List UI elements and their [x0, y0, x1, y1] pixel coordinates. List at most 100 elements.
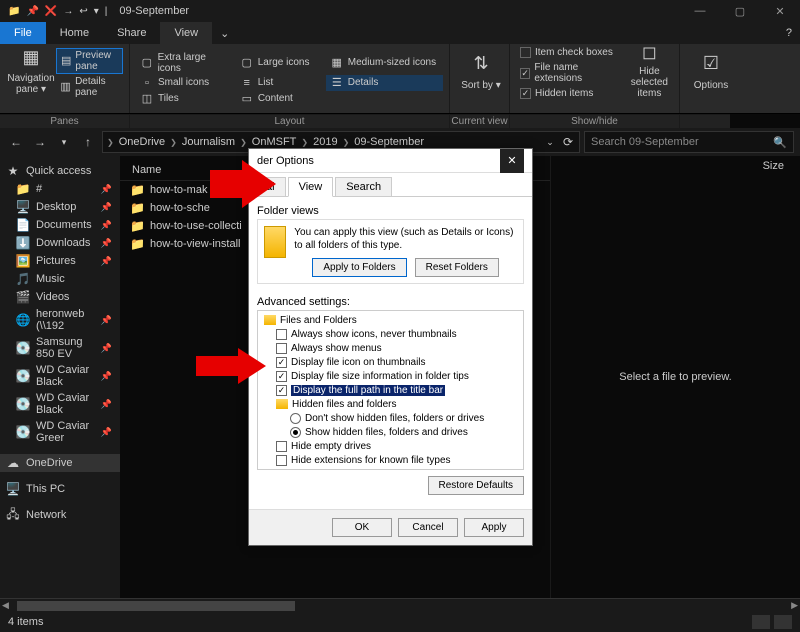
- layout-list[interactable]: ≡List: [236, 75, 324, 91]
- quick-access[interactable]: ★Quick access: [0, 162, 120, 180]
- dialog-close-button[interactable]: ✕: [500, 149, 524, 173]
- sort-by-button[interactable]: ⇅ Sort by ▾: [456, 46, 506, 96]
- adv-hide-merge-conflicts[interactable]: Hide folder merge conflicts: [260, 467, 521, 470]
- ok-button[interactable]: OK: [332, 518, 392, 537]
- crumb-sept[interactable]: 09-September: [351, 136, 427, 148]
- nav-item[interactable]: 🖼️Pictures📌: [0, 252, 120, 270]
- view-details-icon[interactable]: [752, 615, 770, 629]
- layout-content[interactable]: ▭Content: [236, 91, 324, 107]
- chevron-right-icon[interactable]: ❯: [343, 138, 350, 147]
- up-button[interactable]: ↑: [78, 132, 98, 152]
- chevron-right-icon[interactable]: ❯: [240, 138, 247, 147]
- nav-item[interactable]: 🎵Music: [0, 270, 120, 288]
- nav-item[interactable]: 📁#📌: [0, 180, 120, 198]
- checkbox-icon[interactable]: [276, 385, 287, 396]
- adv-dont-show-hidden[interactable]: Don't show hidden files, folders or driv…: [260, 411, 521, 425]
- onedrive-item[interactable]: ☁OneDrive: [0, 454, 120, 472]
- minimize-button[interactable]: —: [680, 0, 720, 22]
- restore-defaults-button[interactable]: Restore Defaults: [428, 476, 524, 495]
- path-dropdown-icon[interactable]: ⌄: [543, 132, 557, 152]
- options-button[interactable]: ☑ Options: [686, 46, 736, 96]
- refresh-button[interactable]: ⟳: [561, 132, 575, 152]
- hide-selected-button[interactable]: ◻ Hide selected items: [626, 46, 673, 96]
- adv-full-path-titlebar[interactable]: Display the full path in the title bar: [260, 383, 521, 397]
- layout-medium[interactable]: ▦Medium-sized icons: [326, 51, 443, 75]
- adv-hide-empty-drives[interactable]: Hide empty drives: [260, 439, 521, 453]
- layout-tiles[interactable]: ◫Tiles: [136, 91, 234, 107]
- crumb-journalism[interactable]: Journalism: [179, 136, 238, 148]
- help-icon[interactable]: ?: [778, 22, 800, 44]
- tab-file[interactable]: File: [0, 22, 46, 44]
- nav-item[interactable]: 💽WD Caviar Greer📌: [0, 418, 120, 446]
- checkbox-icon[interactable]: [276, 357, 287, 368]
- chevron-right-icon[interactable]: ❯: [170, 138, 177, 147]
- navigation-pane-button[interactable]: ▦ Navigation pane ▾: [6, 46, 56, 96]
- qat-folder-icon[interactable]: 📁: [8, 6, 20, 17]
- checkbox-icon[interactable]: [276, 469, 287, 471]
- details-pane-button[interactable]: ▥Details pane: [56, 75, 123, 99]
- adv-hide-extensions[interactable]: Hide extensions for known file types: [260, 453, 521, 467]
- layout-extralarge[interactable]: ▢Extra large icons: [136, 51, 234, 75]
- adv-hidden-folder[interactable]: Hidden files and folders: [260, 397, 521, 411]
- hidden-items-toggle[interactable]: Hidden items: [516, 87, 626, 100]
- crumb-2019[interactable]: 2019: [310, 136, 340, 148]
- scroll-thumb[interactable]: [17, 601, 296, 611]
- adv-root[interactable]: Files and Folders: [260, 313, 521, 327]
- checkbox-icon[interactable]: [276, 343, 287, 354]
- search-input[interactable]: Search 09-September 🔍: [584, 131, 794, 153]
- tab-view-dlg[interactable]: View: [288, 177, 334, 197]
- checkbox-icon[interactable]: [276, 441, 287, 452]
- crumb-onmsft[interactable]: OnMSFT: [249, 136, 300, 148]
- nav-item[interactable]: 💽Samsung 850 EV📌: [0, 334, 120, 362]
- search-icon[interactable]: 🔍: [773, 136, 787, 149]
- adv-always-menus[interactable]: Always show menus: [260, 341, 521, 355]
- nav-item[interactable]: 🎬Videos: [0, 288, 120, 306]
- col-size[interactable]: Size: [757, 156, 790, 176]
- checkbox-icon[interactable]: [276, 371, 287, 382]
- radio-icon[interactable]: [290, 413, 301, 424]
- crumb-onedrive[interactable]: OneDrive: [116, 136, 168, 148]
- qat-delete-icon[interactable]: ❌: [45, 6, 57, 17]
- qat-undo-icon[interactable]: ↩: [79, 6, 87, 17]
- adv-show-hidden[interactable]: Show hidden files, folders and drives: [260, 425, 521, 439]
- nav-item[interactable]: 💽WD Caviar Black📌: [0, 390, 120, 418]
- maximize-button[interactable]: ▢: [720, 0, 760, 22]
- preview-pane-button[interactable]: ▤Preview pane: [56, 48, 123, 74]
- recent-locations-button[interactable]: ▾: [54, 132, 74, 152]
- back-button[interactable]: ←: [6, 132, 26, 152]
- nav-item[interactable]: 🌐heronweb (\\192📌: [0, 306, 120, 334]
- forward-button[interactable]: →: [30, 132, 50, 152]
- qat-rename-icon[interactable]: →: [63, 6, 73, 17]
- item-checkboxes-toggle[interactable]: Item check boxes: [516, 46, 626, 59]
- h-scrollbar[interactable]: ◀ ▶: [0, 598, 800, 612]
- layout-details[interactable]: ☰Details: [326, 75, 443, 91]
- tab-share[interactable]: Share: [103, 22, 160, 44]
- dialog-titlebar[interactable]: der Options ✕: [249, 149, 532, 173]
- adv-always-icons[interactable]: Always show icons, never thumbnails: [260, 327, 521, 341]
- close-button[interactable]: ✕: [760, 0, 800, 22]
- view-thumbs-icon[interactable]: [774, 615, 792, 629]
- chevron-right-icon[interactable]: ❯: [301, 138, 308, 147]
- qat-pin-icon[interactable]: 📌: [26, 6, 38, 17]
- reset-folders-button[interactable]: Reset Folders: [415, 258, 499, 277]
- layout-small[interactable]: ▫Small icons: [136, 75, 234, 91]
- checkbox-icon[interactable]: [276, 329, 287, 340]
- adv-file-size-tips[interactable]: Display file size information in folder …: [260, 369, 521, 383]
- layout-large[interactable]: ▢Large icons: [236, 51, 324, 75]
- nav-item[interactable]: 💽WD Caviar Black📌: [0, 362, 120, 390]
- qat-customize-icon[interactable]: ▾: [94, 6, 99, 17]
- nav-item[interactable]: 🖥️Desktop📌: [0, 198, 120, 216]
- tab-search-dlg[interactable]: Search: [335, 177, 392, 197]
- nav-item[interactable]: ⬇️Downloads📌: [0, 234, 120, 252]
- ribbon-collapse-icon[interactable]: ⌄: [212, 22, 237, 44]
- tab-home[interactable]: Home: [46, 22, 103, 44]
- cancel-button[interactable]: Cancel: [398, 518, 458, 537]
- checkbox-icon[interactable]: [276, 455, 287, 466]
- apply-to-folders-button[interactable]: Apply to Folders: [312, 258, 406, 277]
- radio-icon[interactable]: [290, 427, 301, 438]
- this-pc-item[interactable]: 🖥️This PC: [0, 480, 120, 498]
- advanced-settings-tree[interactable]: Files and Folders Always show icons, nev…: [257, 310, 524, 470]
- apply-button[interactable]: Apply: [464, 518, 524, 537]
- nav-item[interactable]: 📄Documents📌: [0, 216, 120, 234]
- chevron-right-icon[interactable]: ❯: [107, 138, 114, 147]
